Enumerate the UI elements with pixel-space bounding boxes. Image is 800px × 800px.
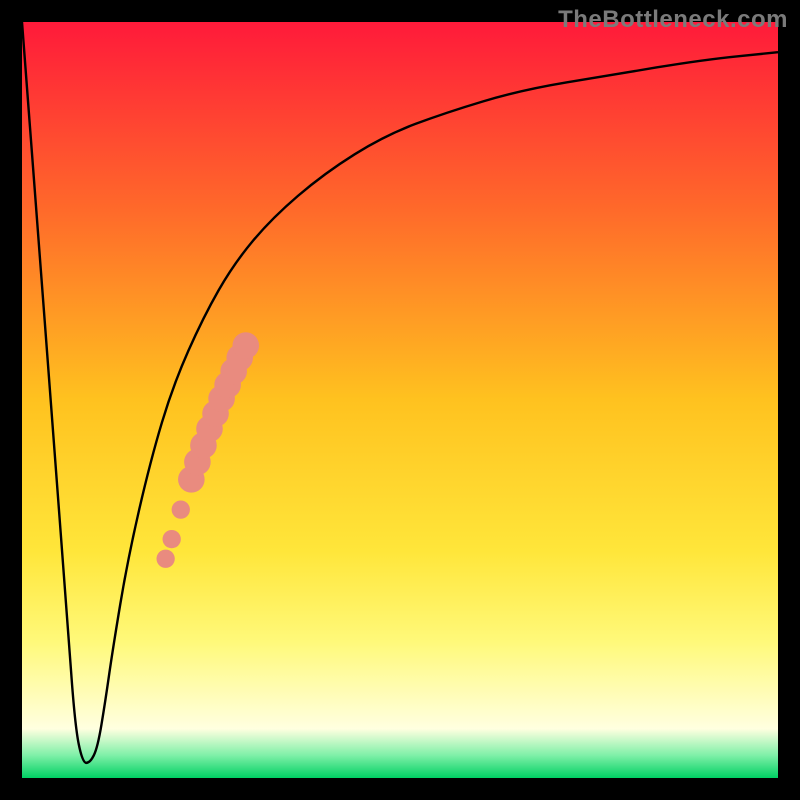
highlight-point	[156, 550, 174, 568]
highlight-point	[163, 530, 181, 548]
bottleneck-chart	[0, 0, 800, 800]
plot-background	[22, 22, 778, 778]
highlight-point	[232, 332, 259, 359]
highlight-point	[172, 500, 190, 518]
watermark-text: TheBottleneck.com	[558, 6, 788, 34]
chart-container: TheBottleneck.com	[0, 0, 800, 800]
